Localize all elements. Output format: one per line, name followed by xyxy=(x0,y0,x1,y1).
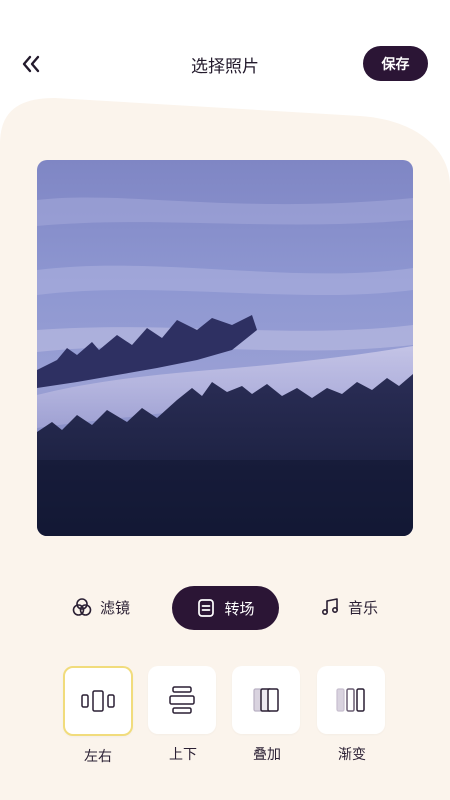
up-down-bars-icon xyxy=(169,686,195,714)
overlay-bars-icon xyxy=(253,688,279,712)
transition-up-down[interactable]: 上下 xyxy=(148,666,218,764)
tab-transition[interactable]: 转场 xyxy=(172,586,279,630)
foggy-forest-photo xyxy=(37,160,413,536)
transition-tile[interactable] xyxy=(317,666,385,734)
tab-music[interactable]: 音乐 xyxy=(320,585,378,629)
top-bar: 选择照片 保存 xyxy=(0,0,450,100)
transition-gradient[interactable]: 渐变 xyxy=(317,666,387,764)
transition-overlay[interactable]: 叠加 xyxy=(232,666,302,764)
tab-label: 转场 xyxy=(224,599,255,618)
transition-tile[interactable] xyxy=(148,666,216,734)
gradient-bars-icon xyxy=(336,688,365,712)
music-note-icon xyxy=(320,597,340,617)
transition-tile[interactable] xyxy=(232,666,300,734)
left-right-bars-icon xyxy=(81,690,115,712)
tab-label: 滤镜 xyxy=(100,598,131,617)
tab-filter[interactable]: 滤镜 xyxy=(72,585,130,629)
transition-icon xyxy=(196,598,216,618)
transition-label: 左右 xyxy=(84,749,112,765)
transition-options: 左右 上下 叠加 渐变 xyxy=(0,666,450,776)
transition-label: 叠加 xyxy=(253,747,281,763)
transition-left-right[interactable]: 左右 xyxy=(63,666,133,766)
transition-label: 渐变 xyxy=(338,747,366,763)
filter-circles-icon xyxy=(72,597,92,617)
photo-preview[interactable] xyxy=(37,160,413,536)
transition-label: 上下 xyxy=(169,747,197,763)
editor-tabs: 滤镜 转场 音乐 xyxy=(0,585,450,631)
tab-label: 音乐 xyxy=(348,598,379,617)
save-button[interactable]: 保存 xyxy=(363,46,428,81)
transition-tile[interactable] xyxy=(63,666,133,736)
